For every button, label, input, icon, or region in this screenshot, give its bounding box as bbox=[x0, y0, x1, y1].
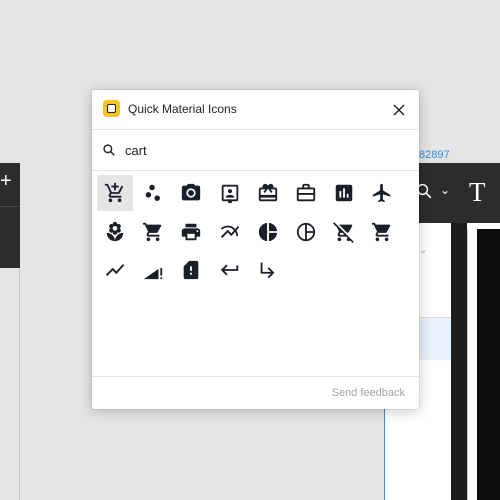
work-icon bbox=[296, 183, 316, 202]
icon-grid-item[interactable] bbox=[364, 175, 400, 211]
text-tool-icon[interactable]: T bbox=[469, 177, 486, 208]
divider bbox=[19, 268, 20, 500]
icon-grid-item[interactable] bbox=[135, 252, 171, 288]
icon-grid-item[interactable] bbox=[173, 175, 209, 211]
plugin-footer: Send feedback bbox=[92, 376, 419, 410]
sim-card-alert-icon bbox=[184, 260, 199, 280]
icon-grid-item[interactable] bbox=[326, 175, 362, 211]
icon-grid-item[interactable] bbox=[173, 252, 209, 288]
plugin-window: Quick Material Icons Send feedback bbox=[92, 90, 419, 409]
shopping-cart-icon bbox=[143, 222, 162, 241]
scatter-plot-icon bbox=[145, 184, 161, 201]
chevron-down-icon[interactable]: ⌄ bbox=[440, 183, 450, 197]
add-shopping-cart-icon bbox=[104, 182, 124, 203]
shopping-cart-alt-icon bbox=[372, 222, 391, 241]
icon-grid-item[interactable] bbox=[364, 214, 400, 250]
divider bbox=[0, 206, 20, 207]
multiline-chart-icon bbox=[220, 225, 239, 238]
editor-left-panel: + bbox=[0, 163, 20, 268]
pie-chart-outlined-icon bbox=[296, 222, 316, 241]
icon-grid-item[interactable] bbox=[326, 214, 362, 250]
icon-grid-item[interactable] bbox=[288, 175, 324, 211]
search-input[interactable] bbox=[125, 140, 405, 160]
print-icon bbox=[182, 223, 201, 240]
icon-grid-item[interactable] bbox=[135, 214, 171, 250]
canvas-dark-area bbox=[477, 229, 500, 500]
icon-grid-item[interactable] bbox=[250, 214, 286, 250]
local-florist-icon bbox=[106, 221, 124, 241]
subdirectory-arrow-right-icon bbox=[260, 262, 275, 279]
icon-grid-item[interactable] bbox=[97, 214, 133, 250]
icon-grid-item[interactable] bbox=[173, 214, 209, 250]
frame-id-label: 82897 bbox=[419, 149, 450, 161]
icon-grid-item[interactable] bbox=[97, 175, 133, 211]
plugin-header: Quick Material Icons bbox=[92, 90, 419, 130]
send-feedback-link[interactable]: Send feedback bbox=[332, 387, 405, 399]
keyboard-return-icon bbox=[220, 264, 238, 276]
plugin-title: Quick Material Icons bbox=[128, 102, 237, 116]
icon-grid-item[interactable] bbox=[97, 252, 133, 288]
icon-grid-item[interactable] bbox=[212, 214, 248, 250]
add-icon[interactable]: + bbox=[0, 171, 12, 191]
show-chart-icon bbox=[105, 264, 125, 276]
icon-grid-item[interactable] bbox=[250, 252, 286, 288]
search-bar bbox=[92, 130, 419, 171]
icon-grid-item[interactable] bbox=[250, 175, 286, 211]
search-icon bbox=[103, 144, 115, 156]
chevron-down-icon[interactable]: ⌄ bbox=[419, 245, 427, 256]
icon-grid-item[interactable] bbox=[212, 252, 248, 288]
camera-icon bbox=[182, 183, 201, 201]
card-giftcard-icon bbox=[258, 183, 277, 202]
bar-chart-icon bbox=[335, 184, 353, 202]
icon-grid-item[interactable] bbox=[212, 175, 248, 211]
signal-cellular-alert-icon bbox=[144, 268, 163, 280]
canvas-strip bbox=[451, 223, 467, 500]
close-icon[interactable] bbox=[389, 100, 409, 120]
portrait-icon bbox=[221, 184, 238, 204]
icon-grid-item[interactable] bbox=[288, 214, 324, 250]
icon-grid-item[interactable] bbox=[135, 175, 171, 211]
remove-shopping-cart-icon bbox=[333, 221, 355, 243]
plugin-logo-icon bbox=[103, 100, 120, 117]
pie-chart-icon bbox=[258, 222, 277, 241]
airplane-icon bbox=[373, 183, 391, 203]
